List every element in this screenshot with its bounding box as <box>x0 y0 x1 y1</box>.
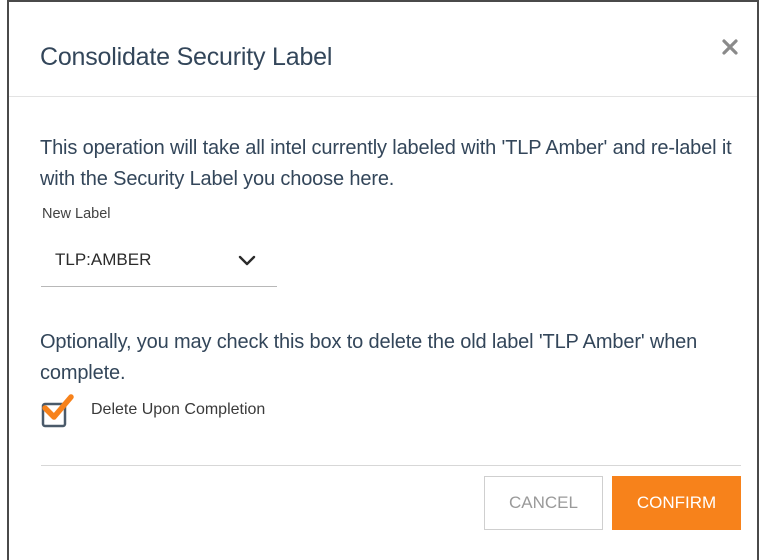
dialog-title: Consolidate Security Label <box>40 43 333 71</box>
chevron-down-icon <box>236 253 258 269</box>
selected-label-value: TLP:AMBER <box>55 250 152 269</box>
new-label-caption: New Label <box>42 206 111 222</box>
footer-divider <box>41 465 741 466</box>
new-label-select[interactable]: TLP:AMBER <box>41 234 277 287</box>
consolidate-label-dialog: Consolidate Security Label This operatio… <box>7 0 759 560</box>
delete-upon-completion-checkbox[interactable] <box>41 394 75 430</box>
dialog-header: Consolidate Security Label <box>9 2 757 97</box>
cancel-button[interactable]: CANCEL <box>484 476 603 530</box>
close-icon[interactable] <box>719 36 741 58</box>
optional-delete-text: Optionally, you may check this box to de… <box>40 331 698 384</box>
delete-upon-completion-label: Delete Upon Completion <box>91 401 266 418</box>
confirm-button[interactable]: CONFIRM <box>612 476 741 530</box>
operation-description: This operation will take all intel curre… <box>40 137 732 190</box>
